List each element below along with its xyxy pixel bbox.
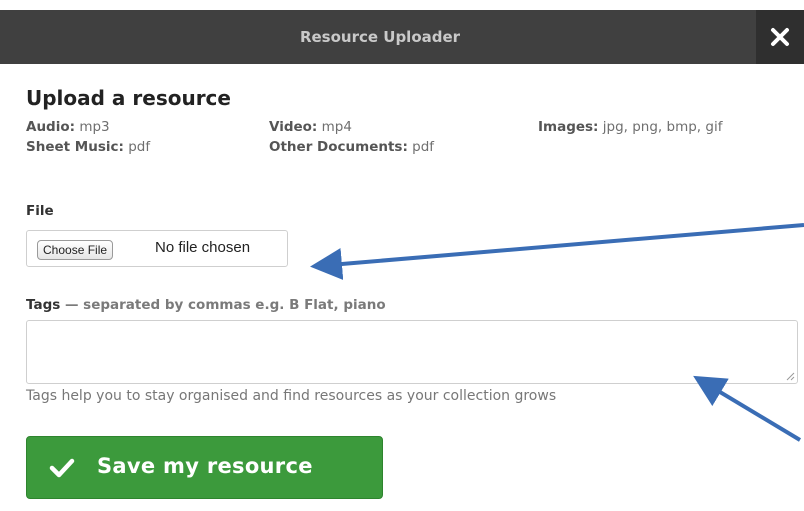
tags-label: Tags — separated by commas e.g. B Flat, … [26,297,386,313]
annotation-arrow-tags [693,375,802,442]
close-icon [771,28,789,46]
dialog-title: Resource Uploader [299,28,461,46]
file-type-video: Video: mp4 [269,119,352,135]
dialog-titlebar: Resource Uploader [0,10,804,64]
file-types-column-1: Audio: mp3 Sheet Music: pdf [26,117,150,157]
tags-label-text: Tags [26,297,61,313]
tags-textarea[interactable] [26,320,798,384]
file-types-column-2: Video: mp4 Other Documents: pdf [269,117,434,157]
page-title: Upload a resource [26,86,231,110]
choose-file-button[interactable]: Choose File [37,240,114,260]
file-status-text: No file chosen [155,239,251,256]
file-type-other-documents: Other Documents: pdf [269,139,435,155]
close-button[interactable] [756,10,804,64]
file-type-audio: Audio: mp3 [26,119,110,135]
file-input[interactable]: Choose File No file chosen [26,230,288,267]
save-resource-button[interactable]: Save my resource [26,436,383,499]
file-type-images: Images: jpg, png, bmp, gif [538,119,723,135]
save-button-label: Save my resource [97,454,313,478]
file-types-column-3: Images: jpg, png, bmp, gif [538,117,722,137]
file-type-sheet-music: Sheet Music: pdf [26,139,151,155]
resize-handle-icon[interactable] [786,372,795,381]
file-label: File [26,203,54,219]
annotation-arrow-file [310,223,804,280]
tags-hint: — separated by commas e.g. B Flat, piano [60,297,386,313]
tags-help-text: Tags help you to stay organised and find… [26,388,557,404]
checkmark-icon [49,458,75,478]
